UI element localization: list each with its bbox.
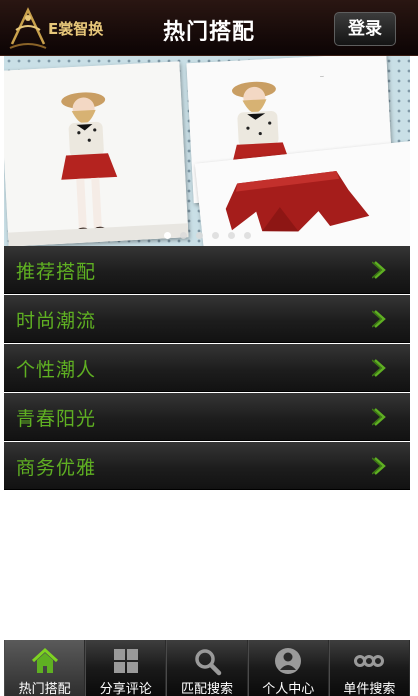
search-icon — [192, 646, 222, 676]
banner-photo-model-full — [4, 61, 189, 246]
person-icon — [273, 646, 303, 676]
chevron-right-icon — [371, 456, 388, 476]
menu-item-business[interactable]: 商务优雅 — [4, 442, 410, 490]
carousel-dot[interactable] — [228, 232, 235, 239]
tab-hot-outfits[interactable]: 热门搭配 — [4, 640, 86, 696]
chevron-right-icon — [371, 309, 388, 329]
banner-carousel[interactable]: ~ — [4, 56, 410, 246]
tab-match-search[interactable]: 匹配搜索 — [166, 640, 248, 696]
carousel-dots — [164, 232, 284, 242]
menu-item-label: 推荐搭配 — [16, 261, 97, 283]
carousel-dot[interactable] — [196, 232, 203, 239]
carousel-dot[interactable] — [244, 232, 251, 239]
tab-label: 分享评论 — [99, 682, 152, 696]
menu-item-fashion[interactable]: 时尚潮流 — [4, 295, 410, 343]
tab-personal-center[interactable]: 个人中心 — [247, 640, 329, 696]
tab-label: 单件搜索 — [343, 682, 396, 696]
chevron-right-icon — [371, 260, 388, 280]
app-header: E裳智换 热门搭配 登录 — [0, 0, 418, 56]
tab-share-comment[interactable]: 分享评论 — [85, 640, 167, 696]
more-icon — [354, 646, 385, 676]
tab-label: 个人中心 — [262, 682, 315, 696]
menu-item-recommended[interactable]: 推荐搭配 — [4, 246, 410, 294]
menu-item-label: 个性潮人 — [16, 359, 97, 381]
menu-item-youth[interactable]: 青春阳光 — [4, 393, 410, 441]
bottom-tab-bar: 热门搭配 分享评论 匹配搜索 个人中心 单件搜索 — [4, 640, 411, 696]
menu-item-label: 时尚潮流 — [16, 310, 97, 332]
chevron-right-icon — [371, 407, 388, 427]
home-icon — [30, 646, 60, 676]
carousel-dot[interactable] — [164, 232, 171, 239]
tab-label: 匹配搜索 — [181, 682, 234, 696]
carousel-dot[interactable] — [180, 232, 187, 239]
login-button[interactable]: 登录 — [334, 12, 396, 46]
grid-icon — [111, 646, 141, 676]
svg-text:~: ~ — [319, 73, 324, 80]
menu-item-label: 商务优雅 — [16, 457, 97, 479]
menu-item-label: 青春阳光 — [16, 408, 97, 430]
chevron-right-icon — [371, 358, 388, 378]
category-menu: 推荐搭配 时尚潮流 个性潮人 青春阳光 商务优雅 — [4, 246, 410, 491]
tab-label: 热门搭配 — [18, 682, 71, 696]
menu-item-individual[interactable]: 个性潮人 — [4, 344, 410, 392]
tab-single-search[interactable]: 单件搜索 — [328, 640, 411, 696]
carousel-dot[interactable] — [212, 232, 219, 239]
